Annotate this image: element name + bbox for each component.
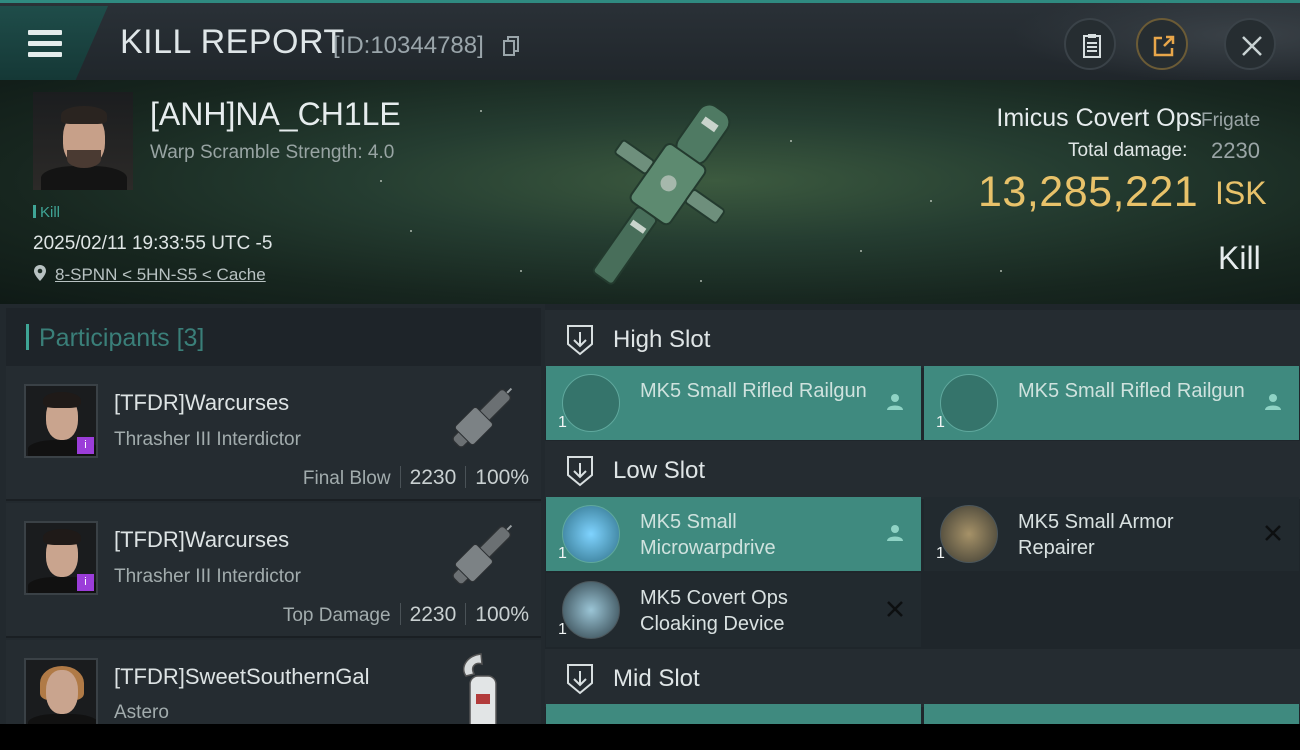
participant-stats: Top Damage 2230 100% [283, 603, 529, 627]
module-item[interactable]: 1 MK5 Covert Ops Cloaking Device [546, 573, 921, 647]
victim-name[interactable]: [ANH]NA_CH1LE [150, 96, 401, 133]
destroyed-x-icon [1265, 525, 1281, 541]
module-name: MK5 Covert Ops Cloaking Device [640, 587, 788, 635]
pilot-icon [1265, 394, 1281, 410]
low-slot-header: Low Slot [545, 441, 1300, 499]
header-bar: KILL REPORT [ID:10344788] [0, 0, 1300, 83]
pilot-badge-icon: i [77, 437, 94, 454]
share-button[interactable] [1136, 18, 1188, 70]
warp-scramble-strength: Warp Scramble Strength: 4.0 [150, 142, 395, 163]
low-slot-title: Low Slot [613, 457, 706, 484]
participant-row[interactable]: [TFDR]SweetSouthernGal Astero [6, 640, 541, 724]
participant-stat-label: Final Blow [302, 468, 391, 489]
kill-report-screen: KILL REPORT [ID:10344788] [ANH]NA_CH1LE … [0, 0, 1300, 724]
isk-unit: ISK [1215, 175, 1267, 211]
participant-damage: 2230 [409, 603, 457, 626]
menu-icon [28, 30, 62, 57]
location-link[interactable]: 8-SPNN < 5HN-S5 < Cache [55, 265, 266, 285]
total-damage-value: 2230 [1211, 138, 1260, 163]
cloaking-device-icon [562, 581, 620, 639]
module-quantity: 1 [558, 414, 567, 431]
module-quantity: 1 [936, 414, 945, 431]
participant-stat-label: Top Damage [282, 605, 391, 626]
module-quantity: 1 [936, 545, 945, 562]
pilot-icon [887, 525, 903, 541]
module-name: MK5 Small Rifled Railgun [1018, 380, 1245, 402]
module-item[interactable] [546, 704, 921, 724]
avatar: i [24, 521, 98, 595]
participant-name: [TFDR]SweetSouthernGal [114, 664, 370, 689]
total-damage-label: Total damage: [1068, 140, 1188, 161]
slot-icon [567, 664, 593, 695]
participant-percent: 100% [475, 466, 529, 489]
participants-title: Participants [3] [26, 324, 204, 353]
participant-ship-image [462, 653, 497, 724]
mid-slot-header: Mid Slot [545, 649, 1300, 707]
module-quantity: 1 [558, 545, 567, 562]
slot-icon [567, 456, 593, 487]
mid-slot-title: Mid Slot [613, 665, 700, 692]
location-pin-icon [34, 265, 46, 281]
participants-title-label: Participants [39, 324, 170, 352]
module-name: MK5 Small Rifled Railgun [640, 380, 867, 402]
participant-row[interactable]: i [TFDR]Warcurses Thrasher III Interdict… [6, 503, 541, 638]
pilot-badge-icon: i [77, 574, 94, 591]
destroyed-x-icon [887, 601, 903, 617]
module-item[interactable] [924, 704, 1299, 724]
isk-value: 13,285,221 [978, 168, 1199, 216]
avatar [24, 658, 98, 724]
module-name: MK5 Small Microwarpdrive [640, 511, 776, 559]
railgun-icon [940, 374, 998, 432]
module-item[interactable]: 1 MK5 Small Armor Repairer [924, 497, 1299, 571]
participant-name: [TFDR]Warcurses [114, 390, 290, 415]
participant-ship-image [452, 387, 513, 448]
participants-header: Participants [3] [6, 308, 541, 366]
clipboard-icon [1083, 34, 1101, 58]
fitting-panel: High Slot 1 MK5 Small Rifled Railgun 1 M… [545, 304, 1300, 724]
module-item[interactable]: 1 MK5 Small Rifled Railgun [924, 366, 1299, 440]
pilot-icon [887, 394, 903, 410]
participant-stats: Final Blow 2230 100% [303, 466, 529, 490]
victim-ship-image [592, 103, 731, 285]
module-quantity: 1 [558, 621, 567, 638]
page-title: KILL REPORT [120, 23, 345, 61]
avatar: i [24, 384, 98, 458]
participants-panel: Participants [3] i [TFDR]Warcurses Thras… [0, 304, 545, 724]
victim-portrait[interactable] [33, 92, 133, 190]
high-slot-title: High Slot [613, 326, 711, 353]
participant-damage: 2230 [409, 466, 457, 489]
slot-icon [567, 325, 593, 356]
victim-banner: [ANH]NA_CH1LE Warp Scramble Strength: 4.… [0, 80, 1300, 304]
railgun-icon [562, 374, 620, 432]
high-slot-header: High Slot [545, 310, 1300, 368]
module-item[interactable]: 1 MK5 Small Microwarpdrive [546, 497, 921, 571]
kill-datetime: 2025/02/11 19:33:55 UTC -5 [33, 233, 273, 254]
report-result: Kill [1218, 240, 1261, 276]
module-name: MK5 Small Armor Repairer [1018, 511, 1174, 559]
victim-ship-name[interactable]: Imicus Covert Ops [996, 104, 1202, 133]
victim-ship-class: Frigate [1201, 110, 1261, 131]
microwarpdrive-icon [562, 505, 620, 563]
participant-name: [TFDR]Warcurses [114, 527, 290, 552]
report-id: [ID:10344788] [333, 32, 484, 59]
module-item[interactable]: 1 MK5 Small Rifled Railgun [546, 366, 921, 440]
close-icon [1242, 36, 1262, 56]
kill-tag: Kill [33, 204, 60, 221]
participants-count: [3] [176, 324, 205, 352]
participant-ship: Thrasher III Interdictor [114, 566, 301, 587]
participant-ship: Astero [114, 702, 169, 723]
kill-tag-label: Kill [40, 204, 61, 221]
armor-repairer-icon [940, 505, 998, 563]
copy-icon[interactable] [503, 36, 519, 56]
clipboard-button[interactable] [1064, 18, 1116, 70]
menu-button[interactable] [0, 6, 108, 80]
share-icon [1153, 35, 1175, 57]
participant-ship-image [452, 524, 513, 585]
close-button[interactable] [1224, 18, 1276, 70]
participant-row[interactable]: i [TFDR]Warcurses Thrasher III Interdict… [6, 366, 541, 501]
bottom-strip [0, 724, 1300, 750]
participant-ship: Thrasher III Interdictor [114, 429, 301, 450]
participant-percent: 100% [475, 603, 529, 626]
